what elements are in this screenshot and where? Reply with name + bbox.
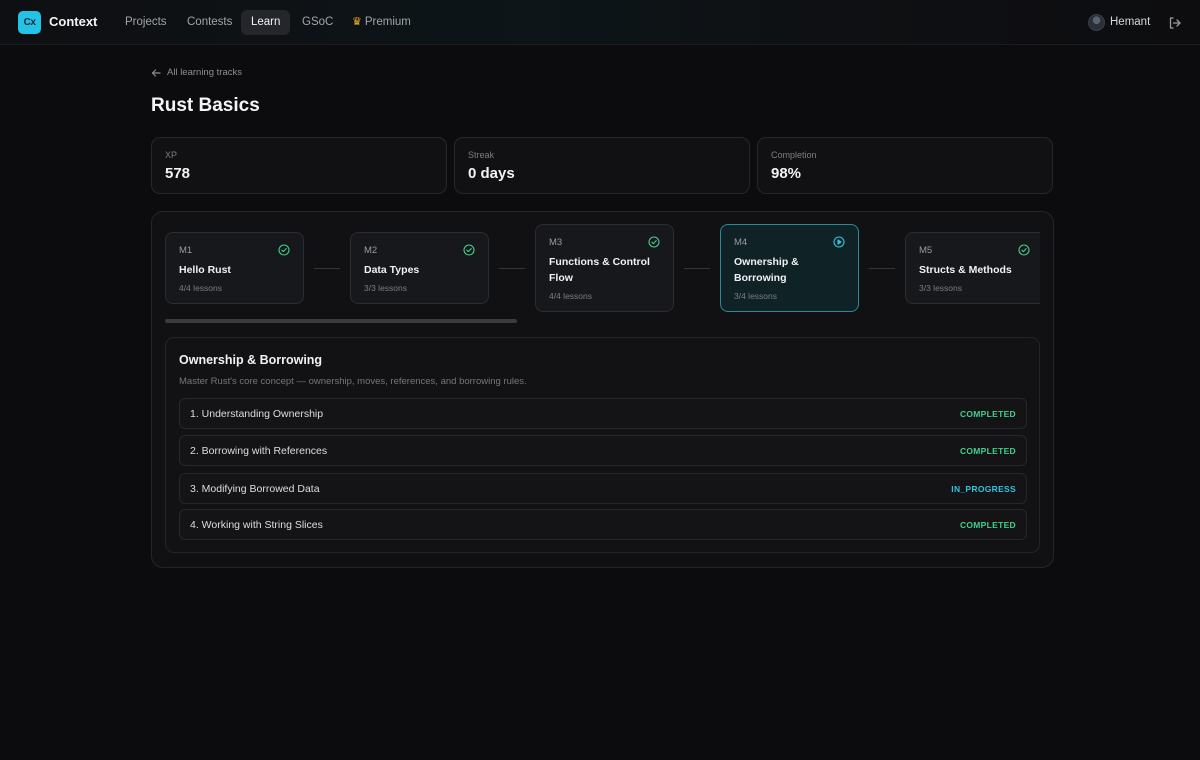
check-circle-icon	[648, 236, 660, 248]
logo-icon[interactable]: Cx	[18, 11, 41, 34]
module-lessons: 4/4 lessons	[549, 291, 592, 301]
check-circle-icon	[463, 244, 475, 256]
lesson-row[interactable]: 4. Working with String Slices COMPLETED	[179, 509, 1027, 540]
nav-contests[interactable]: Contests	[177, 10, 242, 35]
play-circle-icon	[833, 236, 845, 248]
stat-value: 0 days	[468, 165, 515, 182]
avatar[interactable]	[1088, 14, 1105, 31]
stat-card-xp: XP 578	[151, 137, 447, 194]
arrow-left-icon	[151, 68, 161, 77]
module-connector	[869, 268, 895, 269]
lesson-panel: Ownership & Borrowing Master Rust's core…	[165, 337, 1040, 553]
stat-label: XP	[165, 150, 178, 160]
module-card-m5[interactable]: M5 Structs & Methods 3/3 lessons	[905, 232, 1040, 304]
brand-name[interactable]: Context	[49, 14, 97, 29]
module-detail-title: Ownership & Borrowing	[179, 353, 323, 367]
stat-card-completion: Completion 98%	[757, 137, 1053, 194]
module-code: M4	[734, 237, 748, 248]
module-code: M2	[364, 245, 378, 256]
module-lessons: 4/4 lessons	[179, 283, 222, 293]
module-lessons: 3/3 lessons	[919, 283, 962, 293]
check-circle-icon	[278, 244, 290, 256]
lesson-row[interactable]: 1. Understanding Ownership COMPLETED	[179, 398, 1027, 429]
nav-learn[interactable]: Learn	[241, 10, 291, 35]
module-lessons: 3/3 lessons	[364, 283, 407, 293]
module-title: Hello Rust	[179, 264, 231, 276]
module-code: M1	[179, 245, 193, 256]
stat-label: Streak	[468, 150, 495, 160]
module-connector	[314, 268, 340, 269]
module-code: M3	[549, 237, 563, 248]
lesson-status-badge: IN_PROGRESS	[951, 484, 1016, 494]
crown-icon: ♛	[352, 16, 362, 28]
module-connector	[684, 268, 710, 269]
logout-icon[interactable]	[1168, 16, 1182, 30]
module-title: Structs & Methods	[919, 264, 1012, 276]
lesson-row[interactable]: 2. Borrowing with References COMPLETED	[179, 435, 1027, 466]
nav-premium-label: Premium	[364, 16, 411, 28]
module-title: Ownership & Borrowing	[734, 256, 799, 284]
lesson-name: 1. Understanding Ownership	[190, 408, 324, 420]
module-connector	[499, 268, 525, 269]
module-lessons: 3/4 lessons	[734, 291, 777, 301]
module-code: M5	[919, 245, 933, 256]
lesson-name: 3. Modifying Borrowed Data	[190, 483, 320, 495]
stat-card-streak: Streak 0 days	[454, 137, 750, 194]
module-title: Data Types	[364, 264, 420, 276]
lesson-name: 2. Borrowing with References	[190, 445, 328, 457]
module-card-m1[interactable]: M1 Hello Rust 4/4 lessons	[165, 232, 304, 304]
module-detail-description: Master Rust's core concept — ownership, …	[179, 376, 527, 387]
username[interactable]: Hemant	[1110, 16, 1150, 28]
lesson-status-badge: COMPLETED	[959, 520, 1016, 530]
horizontal-scrollbar[interactable]	[165, 319, 517, 323]
stat-value: 98%	[771, 165, 802, 182]
nav-gsoc[interactable]: GSoC	[292, 10, 343, 35]
lesson-name: 4. Working with String Slices	[190, 519, 323, 531]
stat-value: 578	[165, 165, 191, 182]
page-title: Rust Basics	[151, 95, 260, 116]
lesson-status-badge: COMPLETED	[959, 446, 1016, 456]
top-navbar: Cx Context Projects Contests Learn GSoC …	[0, 0, 1200, 45]
module-card-m2[interactable]: M2 Data Types 3/3 lessons	[350, 232, 489, 304]
back-link-label: All learning tracks	[167, 67, 242, 78]
module-title: Functions & Control Flow	[549, 256, 650, 284]
back-link[interactable]: All learning tracks	[151, 67, 242, 78]
stat-label: Completion	[771, 150, 817, 160]
nav-projects[interactable]: Projects	[115, 10, 177, 35]
module-card-m3[interactable]: M3 Functions & Control Flow 4/4 lessons	[535, 224, 674, 312]
check-circle-icon	[1018, 244, 1030, 256]
lesson-status-badge: COMPLETED	[959, 409, 1016, 419]
lesson-row[interactable]: 3. Modifying Borrowed Data IN_PROGRESS	[179, 473, 1027, 504]
module-card-m4[interactable]: M4 Ownership & Borrowing 3/4 lessons	[720, 224, 859, 312]
nav-premium[interactable]: ♛ Premium	[342, 10, 421, 35]
